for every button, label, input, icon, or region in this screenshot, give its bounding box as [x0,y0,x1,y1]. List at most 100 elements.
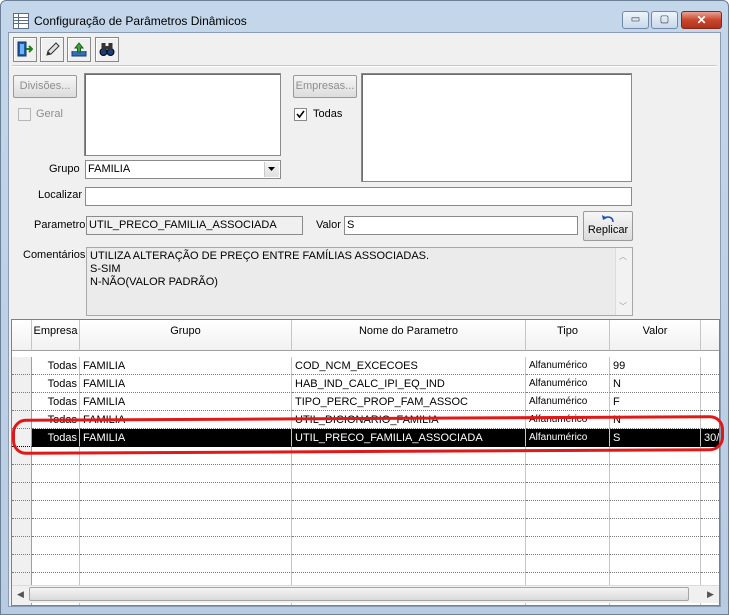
cell-nome: HAB_IND_CALC_IPI_EQ_IND [292,375,526,393]
cell-valor [610,447,701,465]
row-indicator [12,483,32,501]
cell-extra [701,447,719,465]
cell-empresa: Todas [32,429,80,447]
grid-header-valor[interactable]: Valor [610,320,701,351]
row-indicator [12,393,32,411]
grid-header-tipo[interactable]: Tipo [526,320,610,351]
upload-button[interactable] [67,37,91,62]
undo-arrow-icon [602,215,614,223]
upload-tray-icon [71,42,87,57]
cell-grupo: FAMILIA [80,429,292,447]
horizontal-scrollbar[interactable]: ◀ ▶ [12,585,719,603]
row-indicator [12,375,32,393]
cell-nome [292,537,526,555]
cell-grupo: FAMILIA [80,375,292,393]
minimize-button[interactable]: ▭ [622,11,649,29]
cell-extra [701,393,719,411]
valor-input[interactable]: S [344,216,578,235]
cell-grupo [80,555,292,573]
pencil-edit-icon [46,42,60,56]
row-indicator [12,411,32,429]
edit-button[interactable] [40,37,64,62]
comentario-line-3: N-NÃO(VALOR PADRÃO) [90,276,218,288]
maximize-button[interactable]: ▢ [651,11,678,29]
empresas-listbox[interactable] [361,73,632,182]
cell-tipo: Alfanumérico [526,375,610,393]
cell-valor [610,465,701,483]
scrollbar-thumb[interactable] [29,587,689,601]
cell-grupo: FAMILIA [80,357,292,375]
divisoes-listbox[interactable] [84,73,281,156]
cell-nome [292,465,526,483]
row-indicator [12,537,32,555]
binoculars-search-icon [99,43,115,56]
cell-nome [292,501,526,519]
app-window: Configuração de Parâmetros Dinâmicos ▭ ▢… [0,0,729,615]
cell-nome [292,483,526,501]
parametro-label: Parametro [34,219,86,231]
cell-extra [701,483,719,501]
cell-empresa [32,519,80,537]
grid-header-indicator [12,320,32,351]
comentarios-memo[interactable]: UTILIZA ALTERAÇÃO DE PREÇO ENTRE FAMÍLIA… [86,247,633,316]
cell-extra [701,519,719,537]
cell-extra: 30/ [701,429,719,447]
grid-header-empresa[interactable]: Empresa [32,320,80,351]
scroll-up-icon[interactable]: ︿ [619,250,627,263]
cell-tipo [526,483,610,501]
cell-valor: 99 [610,357,701,375]
valor-label: Valor [316,219,341,231]
cell-extra [701,465,719,483]
exit-button[interactable] [13,37,37,62]
row-indicator [12,519,32,537]
cell-grupo [80,447,292,465]
cell-grupo [80,519,292,537]
title-bar: Configuração de Parâmetros Dinâmicos ▭ ▢… [1,1,728,31]
geral-checkbox[interactable] [18,108,31,121]
empresas-button[interactable]: Empresas... [293,75,357,98]
cell-empresa: Todas [32,411,80,429]
chevron-down-icon[interactable] [264,162,279,177]
close-button[interactable]: ✕ [681,11,722,29]
scroll-right-icon[interactable]: ▶ [702,586,719,603]
cell-nome [292,555,526,573]
cell-nome [292,447,526,465]
cell-tipo: Alfanumérico [526,411,610,429]
cell-tipo [526,555,610,573]
localizar-label: Localizar [38,189,83,201]
row-indicator [12,465,32,483]
grid-header-grupo[interactable]: Grupo [80,320,292,351]
search-button[interactable] [95,37,119,62]
cell-tipo [526,465,610,483]
cell-valor [610,555,701,573]
cell-nome: TIPO_PERC_PROP_FAM_ASSOC [292,393,526,411]
replicar-button[interactable]: Replicar [583,211,633,241]
replicar-label: Replicar [587,224,629,236]
scroll-left-icon[interactable]: ◀ [12,586,29,603]
cell-valor: N [610,375,701,393]
memo-scrollbar[interactable]: ︿ ﹀ [615,248,632,315]
cell-nome: COD_NCM_EXCECOES [292,357,526,375]
comentario-line-1: UTILIZA ALTERAÇÃO DE PREÇO ENTRE FAMÍLIA… [90,250,430,262]
divisoes-button[interactable]: Divisões... [13,75,77,98]
row-indicator [12,501,32,519]
comentarios-label: Comentários [23,249,86,261]
grupo-combobox[interactable]: FAMILIA [85,160,281,179]
grupo-label: Grupo [49,163,80,175]
cell-tipo: Alfanumérico [526,429,610,447]
cell-valor: S [610,429,701,447]
todas-label: Todas [313,108,343,120]
cell-extra [701,555,719,573]
grid-header-extra [701,320,719,351]
cell-tipo: Alfanumérico [526,393,610,411]
cell-grupo: FAMILIA [80,393,292,411]
todas-checkbox[interactable] [294,108,307,121]
grid-header-nome[interactable]: Nome do Parametro [292,320,526,351]
cell-valor [610,519,701,537]
localizar-input[interactable] [85,187,632,206]
scroll-down-icon[interactable]: ﹀ [619,300,627,313]
cell-valor [610,483,701,501]
row-indicator [12,555,32,573]
cell-grupo [80,501,292,519]
exit-door-icon [17,41,33,57]
